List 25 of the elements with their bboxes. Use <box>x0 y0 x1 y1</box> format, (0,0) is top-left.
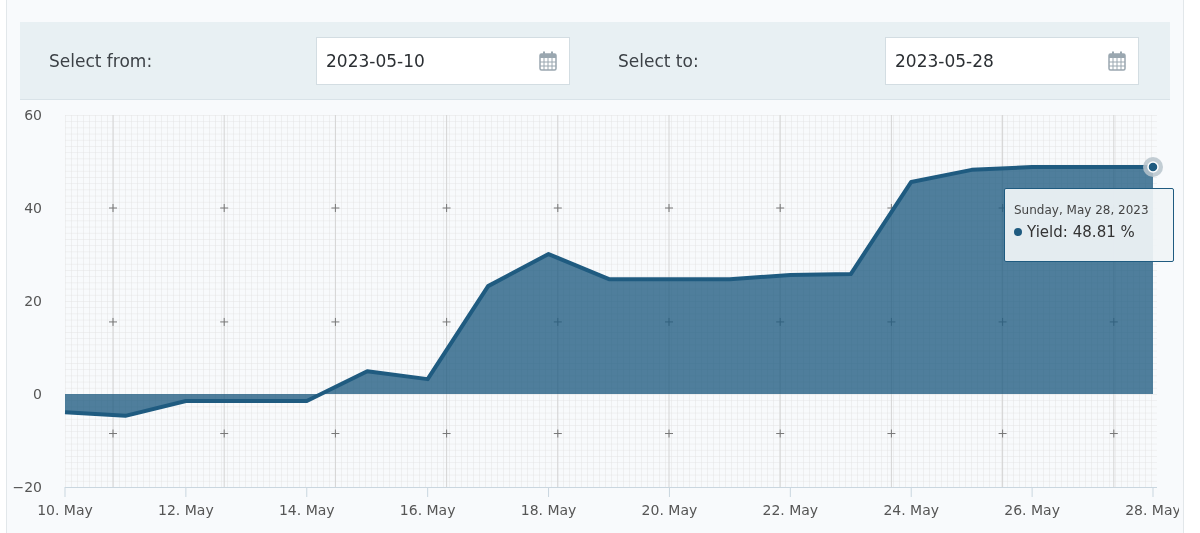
x-axis-label: 26. May <box>1004 502 1060 518</box>
y-axis-label: 60 <box>24 107 42 123</box>
x-axis-label: 24. May <box>883 502 940 518</box>
hover-point[interactable] <box>1147 161 1159 173</box>
x-axis-label: 18. May <box>520 502 577 518</box>
x-axis-label: 20. May <box>641 502 698 518</box>
x-axis-label: 10. May <box>37 502 93 518</box>
series-dot <box>1014 228 1022 236</box>
tooltip-value: 48.81 % <box>1072 223 1135 241</box>
tooltip-date: Sunday, May 28, 2023 <box>1014 203 1150 217</box>
from-label: Select from: <box>49 50 154 71</box>
to-label: Select to: <box>618 50 700 71</box>
x-axis-label: 14. May <box>278 502 335 518</box>
y-axis-label: 20 <box>24 293 42 309</box>
y-axis-label: −20 <box>12 479 42 495</box>
to-date-field[interactable]: 2023-05-28 <box>885 36 1139 85</box>
y-axis-label: 40 <box>24 200 42 216</box>
calendar-icon[interactable] <box>539 50 557 71</box>
tooltip-label: Yield: <box>1027 223 1068 241</box>
x-axis-label: 16. May <box>399 502 456 518</box>
x-axis-label: 12. May <box>158 502 214 518</box>
from-date-field[interactable]: 2023-05-10 <box>316 36 570 85</box>
calendar-icon[interactable] <box>1108 50 1126 71</box>
y-axis-label: 0 <box>33 386 42 402</box>
x-axis-label: 22. May <box>762 502 819 518</box>
